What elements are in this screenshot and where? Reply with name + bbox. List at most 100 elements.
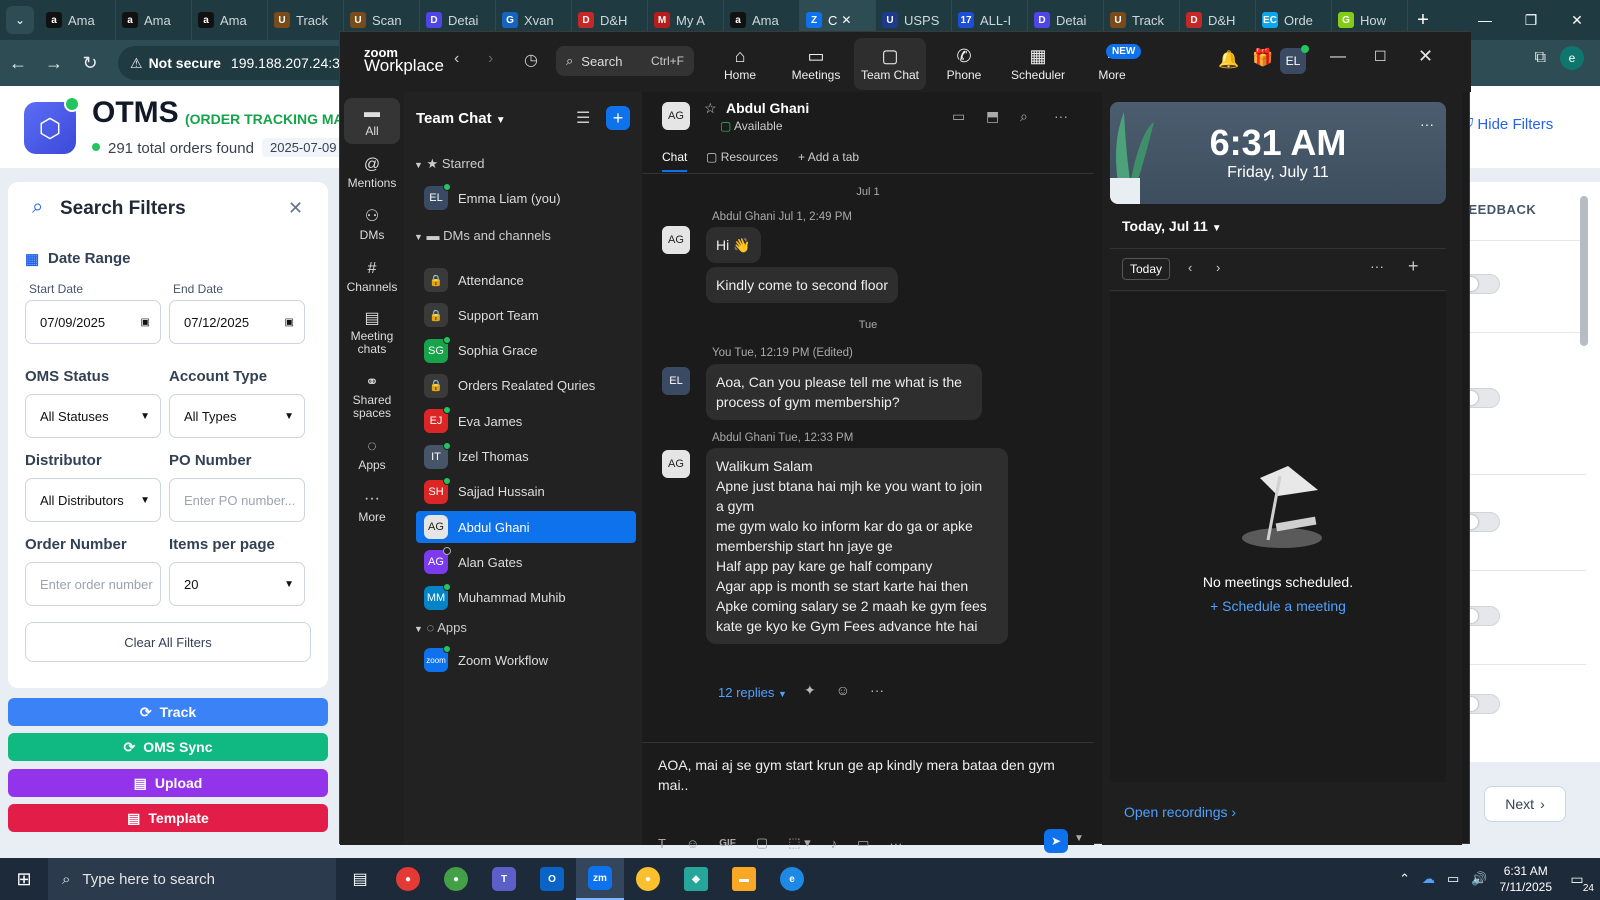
calendar-picker-icon[interactable]: ▣ (285, 317, 294, 328)
rail-more[interactable]: ··· More (344, 488, 400, 524)
not-secure-label[interactable]: Not secure (149, 55, 221, 71)
replies-link[interactable]: 12 replies ▼ (718, 685, 787, 700)
more-dots-icon[interactable]: ··· (1370, 258, 1384, 274)
chevron-left-icon[interactable]: ‹ (1188, 260, 1192, 275)
hide-filters-button[interactable]: ⛉ Hide Filters (1462, 116, 1553, 133)
tab-meetings[interactable]: ▭ Meetings (780, 38, 852, 90)
browser-tab[interactable]: a Ama (192, 0, 268, 40)
more-dots-icon[interactable]: ··· (870, 682, 884, 699)
browser-tab[interactable]: a Ama (116, 0, 192, 40)
distributor-select[interactable]: All Distributors ▼ (25, 478, 161, 522)
teams-icon[interactable]: T (480, 858, 528, 900)
tab-search-button[interactable]: ⌄ (6, 6, 34, 34)
start-date-input[interactable]: 07/09/2025 ▣ (25, 300, 161, 344)
browser-tab[interactable]: U Track (268, 0, 344, 40)
track-button[interactable]: ⟳ Track (8, 698, 328, 726)
avatar[interactable]: AG (662, 450, 690, 478)
rail-meeting-chats[interactable]: ▤ Meeting chats (344, 308, 400, 356)
tab-scheduler[interactable]: ▦ Scheduler (1002, 38, 1074, 90)
forward-icon[interactable]: › (488, 50, 493, 68)
close-icon[interactable]: ✕ (1418, 46, 1433, 67)
open-recordings-link[interactable]: Open recordings › (1124, 804, 1236, 820)
chrome-profile-icon[interactable]: ● (432, 858, 480, 900)
send-button[interactable]: ➤ (1044, 829, 1068, 853)
notification-icon[interactable]: ▭ 24 (1564, 866, 1594, 895)
end-date-input[interactable]: 07/12/2025 ▣ (169, 300, 305, 344)
rail-shared-spaces[interactable]: ⚭ Shared spaces (344, 372, 400, 420)
rail-all[interactable]: ▬ All (344, 98, 400, 144)
taskbar-search-box[interactable]: ⌕ Type here to search (48, 858, 336, 900)
message-bubble[interactable]: Kindly come to second floor (706, 267, 898, 303)
rail-mentions[interactable]: @ Mentions (344, 154, 400, 190)
starred-section[interactable]: ▼ ★ Starred (414, 156, 484, 172)
rail-channels[interactable]: # Channels (344, 258, 400, 294)
message-bubble[interactable]: Walikum Salam Apne just btana hai mjh ke … (706, 448, 1008, 644)
sidebar-item[interactable]: EJ Eva James (416, 405, 636, 437)
more-dots-icon[interactable]: ··· (1420, 116, 1434, 132)
edge-icon[interactable]: e (768, 858, 816, 900)
po-number-input[interactable]: Enter PO number... (169, 478, 305, 522)
add-event-icon[interactable]: + (1408, 256, 1419, 277)
filter-icon[interactable]: ☰ (576, 108, 590, 128)
sidebar-item[interactable]: SH Sajjad Hussain (416, 476, 636, 508)
items-per-page-select[interactable]: 20 ▼ (169, 562, 305, 606)
close-tab-icon[interactable]: ✕ (841, 13, 851, 27)
today-button[interactable]: Today (1122, 258, 1170, 280)
team-chat-title[interactable]: Team Chat ▼ (416, 110, 506, 127)
sidebar-item-emma-liam[interactable]: EL Emma Liam (you) (416, 182, 636, 214)
minimize-icon[interactable]: — (1330, 48, 1346, 66)
history-icon[interactable]: ◷ (524, 50, 538, 70)
zoom-taskbar-icon[interactable]: zm (576, 858, 624, 900)
app-diamond-icon[interactable]: ◆ (672, 858, 720, 900)
calendar-picker-icon[interactable]: ▣ (141, 317, 150, 328)
tab-home[interactable]: ⌂ Home (704, 38, 776, 90)
sidebar-item[interactable]: 🔒 Orders Realated Quries (416, 370, 636, 402)
chevron-up-icon[interactable]: ⌃ (1399, 871, 1410, 887)
tab-team-chat[interactable]: ▢ Team Chat (854, 38, 926, 90)
file-icon[interactable]: ▢ (756, 835, 768, 851)
dms-channels-section[interactable]: ▼ ▬ DMs and channels (414, 228, 551, 243)
composer-input[interactable]: AOA, mai aj se gym start krun ge ap kind… (658, 755, 1088, 795)
sidebar-item-zoom-workflow[interactable]: zoom Zoom Workflow (416, 644, 636, 676)
windows-start-icon[interactable]: ⊞ (0, 869, 48, 890)
extensions-icon[interactable]: ⧉ (1535, 49, 1546, 67)
restore-icon[interactable]: ❐ (1508, 0, 1554, 40)
next-page-button[interactable]: Next › (1484, 786, 1566, 822)
rail-apps[interactable]: ◌ Apps (344, 436, 400, 472)
apps-section[interactable]: ▼ ◌ Apps (414, 620, 467, 635)
gift-icon[interactable]: 🎁 (1252, 48, 1273, 68)
browser-tab[interactable]: a Ama (40, 0, 116, 40)
new-tab-button[interactable]: + (1408, 9, 1438, 32)
close-icon[interactable]: ✕ (1554, 0, 1600, 40)
star-outline-icon[interactable]: ☆ (704, 100, 717, 117)
clear-all-filters-button[interactable]: Clear All Filters (25, 622, 311, 662)
calendar-day-selector[interactable]: Today, Jul 11 ▼ (1122, 218, 1222, 234)
reload-icon[interactable]: ↻ (72, 53, 108, 74)
avatar[interactable]: AG (662, 102, 690, 130)
sidebar-item[interactable]: IT Izel Thomas (416, 441, 636, 473)
oms-sync-button[interactable]: ⟳ OMS Sync (8, 733, 328, 761)
message-composer[interactable]: AOA, mai aj se gym start krun ge ap kind… (642, 742, 1094, 853)
microphone-icon[interactable]: ♪ (831, 836, 838, 851)
back-icon[interactable]: ‹ (454, 50, 459, 68)
chrome-icon[interactable]: ● (384, 858, 432, 900)
tab-resources[interactable]: ▢ Resources (706, 150, 778, 164)
task-view-icon[interactable]: ▤ (336, 858, 384, 900)
gif-icon[interactable]: GIF (719, 838, 736, 849)
message-bubble[interactable]: Aoa, Can you please tell me what is the … (706, 364, 982, 420)
emoji-icon[interactable]: ☺ (686, 836, 699, 851)
zoom-search-input[interactable]: ⌕ Search Ctrl+F (556, 46, 694, 76)
chevron-down-icon[interactable]: ▼ (1074, 833, 1084, 844)
schedule-meeting-link[interactable]: + Schedule a meeting (1110, 598, 1446, 614)
more-dots-icon[interactable]: ··· (889, 836, 902, 851)
sidebar-item[interactable]: 🔒 Attendance (416, 264, 636, 296)
url-text[interactable]: 199.188.207.24:300 (231, 55, 356, 71)
network-icon[interactable]: ▭ (1447, 871, 1459, 887)
account-type-select[interactable]: All Types ▼ (169, 394, 305, 438)
sidebar-item[interactable]: 🔒 Support Team (416, 299, 636, 331)
share-screen-icon[interactable]: ⬒ (986, 108, 999, 125)
upload-button[interactable]: ▤ Upload (8, 769, 328, 797)
sidebar-item[interactable]: MM Muhammad Muhib (416, 582, 636, 614)
oms-status-select[interactable]: All Statuses ▼ (25, 394, 161, 438)
search-icon[interactable]: ⌕ (1020, 108, 1028, 125)
